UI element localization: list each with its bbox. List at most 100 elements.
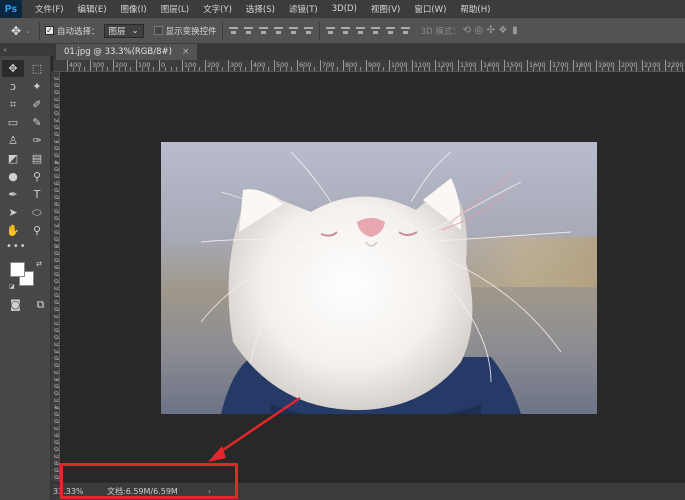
ruler-minor-tick — [492, 67, 494, 71]
ruler-minor-tick — [55, 184, 59, 185]
ruler-minor-tick — [55, 331, 59, 332]
ruler-minor-tick — [124, 67, 126, 71]
marquee-icon[interactable]: ⬚ — [26, 60, 48, 77]
pen-icon[interactable]: ✒ — [2, 186, 24, 203]
ruler-minor-tick — [55, 100, 59, 101]
ruler-minor-tick — [245, 67, 247, 71]
eraser-icon[interactable]: ◩ — [2, 150, 24, 167]
menu-3d[interactable]: 3D(D) — [325, 4, 364, 14]
auto-select-label: 自动选择： — [57, 26, 100, 37]
blur-icon[interactable]: ● — [2, 168, 24, 185]
mode-row: ◙ ⧉ — [6, 296, 50, 313]
horizontal-ruler[interactable]: 400 300 200 100 0 100 200 300 400 500 600 700 800 900… — [53, 60, 685, 72]
align-left-icon[interactable] — [273, 25, 284, 36]
ruler-minor-tick — [509, 67, 511, 71]
distribute-left-icon[interactable] — [370, 25, 381, 36]
ruler-tick — [343, 60, 344, 71]
ruler-minor-tick — [285, 67, 287, 71]
default-colors-icon[interactable]: ◪ — [9, 283, 15, 290]
ruler-tick — [90, 60, 91, 71]
ruler-minor-tick — [55, 212, 59, 213]
ruler-tick — [205, 60, 206, 71]
menu-filter[interactable]: 滤镜(T) — [282, 3, 325, 15]
align-bottom-icon[interactable] — [258, 25, 269, 36]
swap-colors-icon[interactable]: ⇄ — [36, 260, 42, 268]
quick-mask-icon[interactable]: ◙ — [6, 296, 25, 313]
3d-rotate-icon[interactable]: ⟲ — [461, 25, 473, 37]
ruler-minor-tick — [55, 303, 59, 304]
menu-file[interactable]: 文件(F) — [28, 3, 71, 15]
crop-icon[interactable]: ⌗ — [2, 96, 24, 113]
ruler-minor-tick — [55, 149, 59, 150]
align-top-icon[interactable] — [228, 25, 239, 36]
tool-grid: ✥ ⬚ ↄ ✦ ⌗ ✐ ▭ ✎ ♙ ✑ ◩ ▤ ● ⚲ ✒ T ➤ ⬭ ✋ ⚲ — [0, 56, 50, 239]
menu-view[interactable]: 视图(V) — [364, 3, 407, 15]
ruler-minor-tick — [55, 233, 59, 234]
menu-image[interactable]: 图像(I) — [114, 3, 154, 15]
foreground-color-swatch[interactable] — [10, 262, 25, 277]
distribute-bottom-icon[interactable] — [355, 25, 366, 36]
ruler-tick — [573, 60, 574, 71]
ruler-tick — [458, 60, 459, 71]
document-tab[interactable]: 01.jpg @ 33.3%(RGB/8#) × — [56, 44, 198, 60]
healing-icon[interactable]: ▭ — [2, 114, 24, 131]
3d-slide-icon[interactable]: ❖ — [497, 25, 509, 37]
ruler-minor-tick — [348, 67, 350, 71]
ruler-minor-tick — [170, 67, 172, 71]
vertical-ruler[interactable]: 1001002003004005006007008009001000110012… — [51, 72, 60, 482]
menu-edit[interactable]: 编辑(E) — [71, 3, 114, 15]
menu-layer[interactable]: 图层(L) — [154, 3, 196, 15]
align-right-icon[interactable] — [303, 25, 314, 36]
align-hcenter-icon[interactable] — [288, 25, 299, 36]
path-select-icon[interactable]: ➤ — [2, 204, 24, 221]
menu-window[interactable]: 窗口(W) — [407, 3, 453, 15]
screen-mode-icon[interactable]: ⧉ — [31, 296, 50, 313]
align-vcenter-icon[interactable] — [243, 25, 254, 36]
ruler-minor-tick — [55, 275, 59, 276]
gradient-icon[interactable]: ▤ — [26, 150, 48, 167]
ruler-minor-tick — [55, 401, 59, 402]
menu-bar: Ps 文件(F) 编辑(E) 图像(I) 图层(L) 文字(Y) 选择(S) 滤… — [0, 0, 685, 18]
distribute-right-icon[interactable] — [400, 25, 411, 36]
hand-icon[interactable]: ✋ — [2, 222, 24, 239]
ruler-minor-tick — [423, 67, 425, 71]
ruler-minor-tick — [55, 457, 59, 458]
toolbar-collapse-strip[interactable]: « — [0, 44, 53, 56]
menu-select[interactable]: 选择(S) — [239, 3, 282, 15]
distribute-hcenter-icon[interactable] — [385, 25, 396, 36]
3d-roll-icon[interactable]: ◎ — [473, 25, 485, 37]
distribute-vcenter-icon[interactable] — [340, 25, 351, 36]
ruler-label: 1500 — [506, 61, 523, 69]
history-brush-icon[interactable]: ✑ — [26, 132, 48, 149]
ruler-minor-tick — [555, 67, 557, 71]
ruler-minor-tick — [55, 86, 59, 87]
move-icon[interactable]: ✥ — [2, 60, 24, 77]
auto-select-target-dropdown[interactable]: 图层 ⌄ — [103, 23, 144, 38]
chevron-down-icon: ⌄ — [131, 25, 139, 36]
ruler-minor-tick — [584, 67, 586, 71]
3d-scale-icon[interactable]: ▮ — [509, 25, 521, 37]
zoom-icon[interactable]: ⚲ — [26, 222, 48, 239]
chevron-down-icon[interactable]: ⌄ — [22, 25, 34, 37]
dodge-icon[interactable]: ⚲ — [26, 168, 48, 185]
menu-help[interactable]: 帮助(H) — [453, 3, 497, 15]
lasso-icon[interactable]: ↄ — [2, 78, 24, 95]
document-image-cat[interactable] — [161, 142, 597, 414]
magic-wand-icon[interactable]: ✦ — [26, 78, 48, 95]
ruler-label: 1800 — [575, 61, 592, 69]
3d-pan-icon[interactable]: ✣ — [485, 25, 497, 37]
move-tool-preset-icon[interactable]: ✥ — [10, 24, 22, 38]
distribute-top-icon[interactable] — [325, 25, 336, 36]
close-icon[interactable]: × — [182, 47, 190, 57]
type-icon[interactable]: T — [26, 186, 48, 203]
show-transform-checkbox[interactable] — [153, 26, 163, 35]
eyedropper-icon[interactable]: ✐ — [26, 96, 48, 113]
auto-select-checkbox[interactable]: ✓ — [45, 26, 54, 35]
shape-icon[interactable]: ⬭ — [26, 204, 48, 221]
brush-icon[interactable]: ✎ — [26, 114, 48, 131]
ruler-minor-tick — [55, 429, 59, 430]
ruler-minor-tick — [55, 261, 59, 262]
menu-type[interactable]: 文字(Y) — [196, 3, 239, 15]
more-tools-icon[interactable]: ••• — [0, 241, 50, 252]
stamp-icon[interactable]: ♙ — [2, 132, 24, 149]
